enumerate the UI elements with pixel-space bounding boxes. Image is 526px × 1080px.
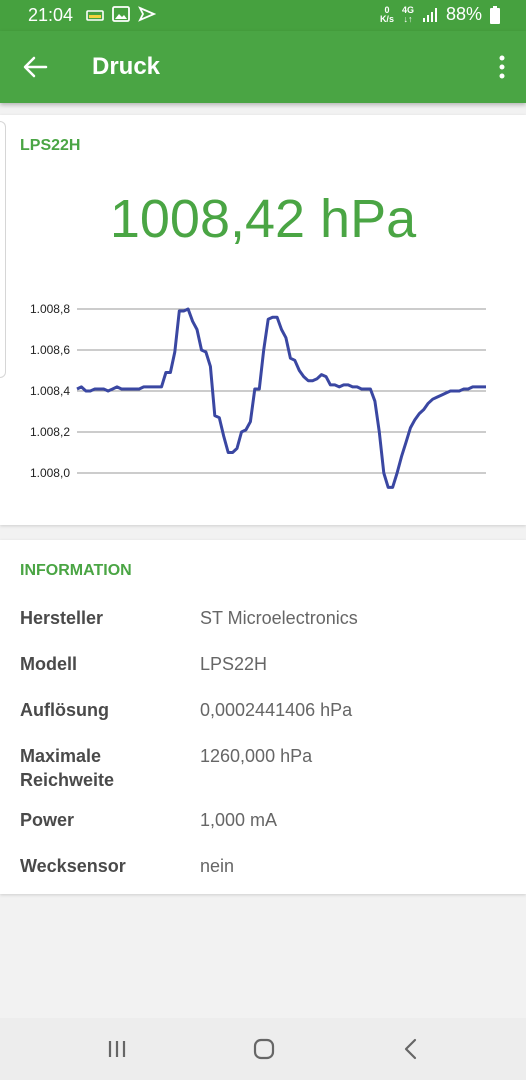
app-bar: Druck [0, 31, 526, 103]
info-label: Wecksensor [20, 856, 126, 876]
y-tick-label: 1.008,4 [30, 384, 70, 398]
recent-apps-icon[interactable] [105, 1037, 129, 1061]
info-value: ST Microelectronics [200, 608, 358, 628]
y-tick-label: 1.008,6 [30, 343, 70, 357]
info-value: 1,000 mA [200, 810, 278, 830]
back-arrow-icon[interactable] [22, 54, 48, 80]
info-label: Auflösung [20, 700, 109, 720]
status-bar: 21:04 0 K/s 4G ↓↑ 88% [0, 0, 526, 31]
net-speed-unit: K/s [379, 13, 394, 24]
info-value: 0,0002441406 hPa [200, 700, 353, 720]
weather-notification-icon [86, 10, 104, 21]
info-label: Maximale Reichweite [20, 746, 115, 790]
info-row-power: Power 1,000 mA [20, 808, 510, 832]
current-pressure-value: 1008,42 hPa [109, 189, 417, 249]
info-row-max-range: Maximale Reichweite 1260,000 hPa [20, 744, 510, 792]
page-title: Druck [92, 53, 161, 80]
back-icon[interactable] [399, 1037, 423, 1061]
battery-icon [490, 5, 500, 24]
information-title: INFORMATION [20, 562, 132, 579]
battery-percent: 88% [445, 4, 482, 24]
info-row-resolution: Auflösung 0,0002441406 hPa [20, 698, 510, 722]
send-notification-icon [138, 6, 156, 22]
pressure-series-line [76, 307, 486, 489]
system-nav-bar [0, 1018, 526, 1080]
y-tick-label: 1.008,0 [30, 466, 70, 480]
data-arrows-icon: ↓↑ [403, 13, 413, 24]
pressure-chart: 1.008,0 1.008,2 1.008,4 1.008,6 1.008,8 [30, 302, 486, 489]
info-row-model: Modell LPS22H [20, 652, 510, 676]
y-tick-label: 1.008,2 [30, 425, 70, 439]
status-time: 21:04 [28, 5, 74, 25]
net-speed: 0 K/s [379, 5, 394, 24]
info-value: LPS22H [200, 654, 268, 674]
info-label: Hersteller [20, 608, 104, 628]
gallery-notification-icon [112, 6, 130, 22]
network-type: 4G ↓↑ [402, 5, 414, 24]
info-value: 1260,000 hPa [200, 746, 313, 766]
info-value: nein [200, 856, 235, 876]
more-options-icon[interactable] [498, 55, 506, 79]
home-icon[interactable] [252, 1037, 276, 1061]
info-label: Modell [20, 654, 77, 674]
y-tick-label: 1.008,8 [30, 302, 70, 316]
info-row-wake-sensor: Wecksensor nein [20, 854, 510, 878]
info-row-manufacturer: Hersteller ST Microelectronics [20, 606, 510, 630]
sensor-name: LPS22H [20, 137, 81, 154]
signal-icon [422, 7, 437, 22]
info-label: Power [20, 810, 75, 830]
